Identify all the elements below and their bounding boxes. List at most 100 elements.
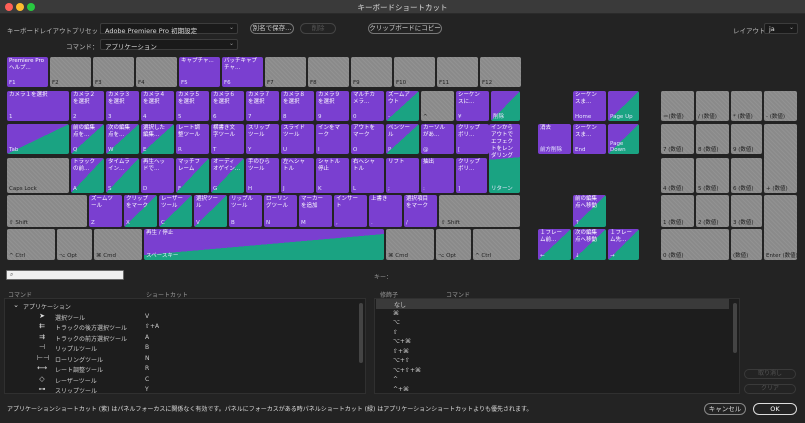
- key-44[interactable]: マッチフ レーム F: [176, 158, 209, 193]
- key-94[interactable]: 3 (数値): [731, 195, 762, 227]
- key-84[interactable]: - (数値): [764, 91, 797, 121]
- key-49[interactable]: 右へシャ トル L: [351, 158, 384, 193]
- key-13[interactable]: カメラ２ を選択 2: [71, 91, 104, 121]
- table-row[interactable]: ⌄ アプリケーション: [5, 300, 365, 311]
- key-12[interactable]: カメラ１を選択 1: [7, 91, 69, 121]
- modifier-row[interactable]: ⌘: [375, 309, 739, 319]
- key-75[interactable]: シーケン スま... End: [573, 124, 606, 154]
- cancel-button[interactable]: キャンセル: [704, 403, 746, 415]
- key-0[interactable]: Premiere Pro ヘルプ... F1: [7, 57, 48, 87]
- key-79[interactable]: 次の編集 点へ移動 ↓: [573, 229, 606, 260]
- key-59[interactable]: ローリン グツール N: [264, 195, 297, 227]
- modifier-row[interactable]: ⌥+⇧: [375, 356, 739, 366]
- chevron-down-icon[interactable]: ⌄: [11, 301, 21, 309]
- key-30[interactable]: レート調 整ツール R: [176, 124, 209, 154]
- key-89[interactable]: 4 (数値): [661, 158, 694, 193]
- table-row[interactable]: ⟷ レート調整ツール R: [5, 363, 365, 374]
- key-96[interactable]: 0 (数値): [661, 229, 729, 260]
- modifier-row[interactable]: ⇧+⌘: [375, 347, 739, 357]
- modifier-row[interactable]: ⌥+⌘: [375, 337, 739, 347]
- key-69[interactable]: ⌘ Cmd: [386, 229, 434, 260]
- key-65[interactable]: ^ Ctrl: [7, 229, 55, 260]
- key-95[interactable]: Enter (数値): [764, 195, 797, 260]
- key-23[interactable]: ^: [421, 91, 454, 121]
- key-38[interactable]: クリップ ボリ... [: [456, 124, 489, 154]
- key-7[interactable]: F8: [308, 57, 349, 87]
- key-70[interactable]: ⌥ Opt: [436, 229, 471, 260]
- key-16[interactable]: カメラ５ を選択 5: [176, 91, 209, 121]
- key-92[interactable]: 1 (数値): [661, 195, 694, 227]
- key-22[interactable]: ズームア ウト -: [386, 91, 419, 121]
- copy-clipboard-button[interactable]: クリップボードにコピー: [368, 23, 442, 34]
- key-63[interactable]: 選択項目 をマーク /: [404, 195, 437, 227]
- table-row[interactable]: ⇉ トラックの前方選択ツール A: [5, 332, 365, 343]
- key-56[interactable]: レーザー ツール C: [159, 195, 192, 227]
- table-row[interactable]: ⊣ リップルツール B: [5, 342, 365, 353]
- key-73[interactable]: シーケン スま... Home: [573, 91, 606, 121]
- key-58[interactable]: リップル ツール B: [229, 195, 262, 227]
- key-6[interactable]: F7: [265, 57, 306, 87]
- table-row[interactable]: ◇ レーザーツール C: [5, 374, 365, 385]
- key-43[interactable]: 再生ヘッ ドで... D: [141, 158, 174, 193]
- key-31[interactable]: 横書き文 字ツール T: [211, 124, 244, 154]
- modifier-row[interactable]: ⌥: [375, 318, 739, 328]
- modifier-row[interactable]: なし: [376, 299, 729, 309]
- key-41[interactable]: トラック の前... A: [71, 158, 104, 193]
- key-53[interactable]: ⇧ Shift: [7, 195, 87, 227]
- key-35[interactable]: アウトを マーク O: [351, 124, 384, 154]
- key-36[interactable]: ペンツー ル P: [386, 124, 419, 154]
- clear-button[interactable]: クリア: [744, 384, 796, 394]
- key-91[interactable]: 6 (数値): [731, 158, 762, 193]
- key-45[interactable]: オーディ オゲイン... G: [211, 158, 244, 193]
- key-18[interactable]: カメラ７ を選択 7: [246, 91, 279, 121]
- key-14[interactable]: カメラ３ を選択 3: [106, 91, 139, 121]
- key-71[interactable]: ^ Ctrl: [473, 229, 520, 260]
- key-19[interactable]: カメラ８ を選択 8: [281, 91, 314, 121]
- key-4[interactable]: キャプチャ... F5: [179, 57, 220, 87]
- ok-button[interactable]: OK: [753, 403, 797, 415]
- key-1[interactable]: F2: [50, 57, 91, 87]
- key-24[interactable]: シーケン スに... ¥: [456, 91, 489, 121]
- key-27[interactable]: 前の編集 点を... Q: [71, 124, 104, 154]
- key-88[interactable]: + (数値): [764, 124, 797, 193]
- key-83[interactable]: * (数値): [731, 91, 762, 121]
- table-row[interactable]: ⇇ トラックの後方選択ツール ⇧+A: [5, 321, 365, 332]
- key-37[interactable]: カーソル があ... @: [421, 124, 454, 154]
- key-8[interactable]: F9: [351, 57, 392, 87]
- layout-select[interactable]: ja ⌄: [764, 23, 798, 34]
- undo-button[interactable]: 取り消し: [744, 369, 796, 379]
- key-57[interactable]: 選択ツー ル V: [194, 195, 227, 227]
- key-82[interactable]: / (数値): [696, 91, 729, 121]
- key-26[interactable]: Tab: [7, 124, 69, 154]
- key-77[interactable]: 前の編集 点へ移動 ↑: [573, 195, 606, 227]
- scrollbar[interactable]: [359, 303, 363, 363]
- key-32[interactable]: スリップ ツール Y: [246, 124, 279, 154]
- modifier-row[interactable]: ^: [375, 375, 739, 385]
- key-3[interactable]: F4: [136, 57, 177, 87]
- key-90[interactable]: 5 (数値): [696, 158, 729, 193]
- key-76[interactable]: Page Down: [608, 124, 639, 154]
- key-42[interactable]: タイムラ イン... S: [106, 158, 139, 193]
- scrollbar[interactable]: [733, 303, 737, 353]
- save-as-button[interactable]: 別名で保存...: [250, 23, 294, 34]
- key-66[interactable]: ⌥ Opt: [57, 229, 92, 260]
- key-2[interactable]: F3: [93, 57, 134, 87]
- key-72[interactable]: 消去 前方削除: [538, 124, 571, 154]
- modifier-row[interactable]: ^+⌘: [375, 385, 739, 394]
- table-row[interactable]: ➤ 選択ツール V: [5, 311, 365, 322]
- key-80[interactable]: １フレー ム先... →: [608, 229, 639, 260]
- key-11[interactable]: F12: [480, 57, 521, 87]
- key-67[interactable]: ⌘ Cmd: [94, 229, 142, 260]
- key-81[interactable]: ＝(数値): [661, 91, 694, 121]
- modifier-row[interactable]: ⇧: [375, 328, 739, 338]
- key-33[interactable]: スライド ツール U: [281, 124, 314, 154]
- key-10[interactable]: F11: [437, 57, 478, 87]
- key-52[interactable]: クリップ ボリ...]: [456, 158, 487, 193]
- key-86[interactable]: 8 (数値): [696, 124, 729, 154]
- key-20[interactable]: カメラ９ を選択 9: [316, 91, 349, 121]
- key-54[interactable]: ズームツ ール Z: [89, 195, 122, 227]
- key-48[interactable]: シャトル 停止 K: [316, 158, 349, 193]
- search-input[interactable]: ⌕: [6, 270, 124, 280]
- key-50[interactable]: リフト;: [386, 158, 419, 193]
- key-17[interactable]: カメラ６ を選択 6: [211, 91, 244, 121]
